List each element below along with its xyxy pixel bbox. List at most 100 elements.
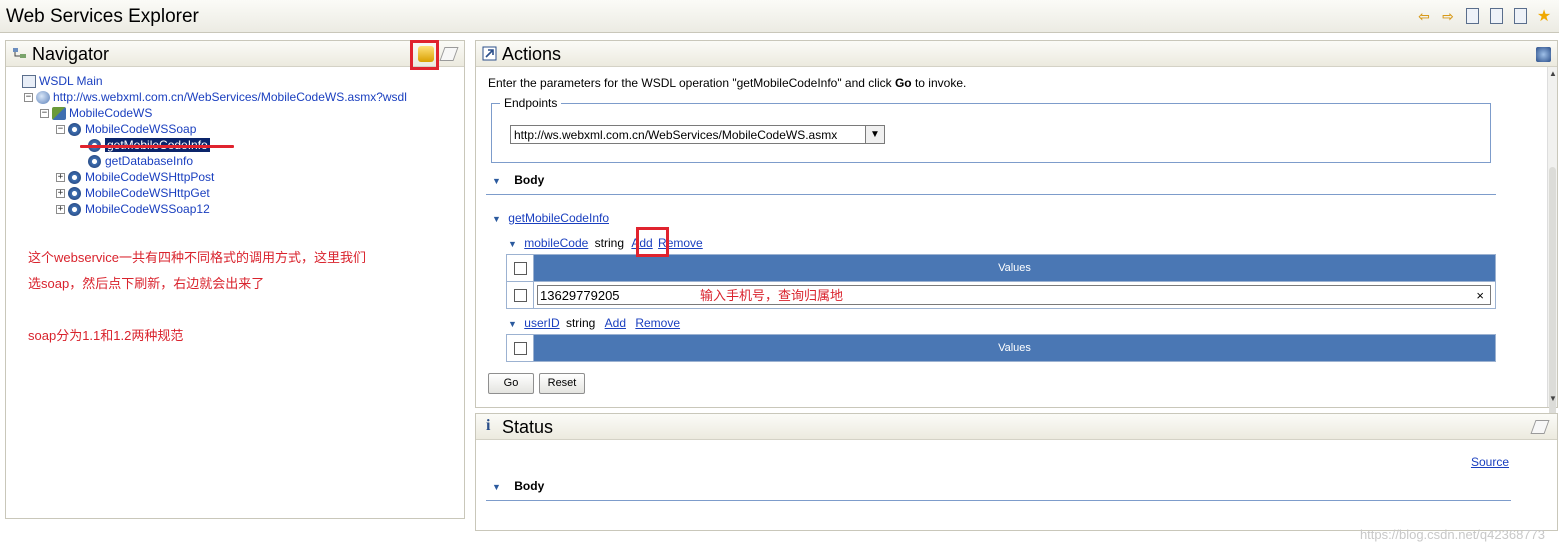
clear-status-icon[interactable] xyxy=(1530,420,1550,434)
navigator-tree-icon xyxy=(13,48,26,58)
navigator-title: Navigator xyxy=(32,44,110,64)
select-all-cell xyxy=(507,335,534,361)
tree-label[interactable]: getDatabaseInfo xyxy=(105,154,193,168)
actions-help-icon[interactable] xyxy=(1536,47,1551,62)
actions-scrollbar[interactable]: ▲ ▼ xyxy=(1547,67,1557,417)
endpoint-select[interactable]: http://ws.webxml.com.cn/WebServices/Mobi… xyxy=(510,125,885,144)
tree-label[interactable]: MobileCodeWSHttpPost xyxy=(85,170,214,184)
clear-icon[interactable]: × xyxy=(1476,286,1484,305)
window-title: Web Services Explorer xyxy=(6,6,199,27)
binding-icon xyxy=(68,202,81,216)
expand-toggle-icon[interactable]: + xyxy=(56,204,65,214)
forward-arrow-icon[interactable]: ⇨ xyxy=(1439,7,1457,25)
operation-header[interactable]: ▼ getMobileCodeInfo xyxy=(492,211,609,225)
actions-intro: Enter the parameters for the WSDL operat… xyxy=(488,76,966,90)
body-divider xyxy=(486,194,1496,195)
endpoint-value: http://ws.webxml.com.cn/WebServices/Mobi… xyxy=(514,128,838,142)
chevron-down-icon[interactable]: ▼ xyxy=(865,126,884,143)
annotation-note-2: 选soap，然后点下刷新，右边就会出来了 xyxy=(28,276,265,291)
status-title: Status xyxy=(502,417,554,437)
binding-icon xyxy=(68,186,81,200)
values-header-row: Values xyxy=(507,255,1495,281)
collapse-toggle-icon[interactable]: − xyxy=(40,108,49,118)
tree-label[interactable]: WSDL Main xyxy=(39,74,103,88)
actions-panel: Actions Enter the parameters for the WSD… xyxy=(475,40,1558,417)
values-header: Values xyxy=(534,335,1495,361)
mobilecode-value-input[interactable]: 13629779205 输入手机号，查询归属地 × xyxy=(537,285,1491,305)
select-all-cell xyxy=(507,255,534,281)
status-panel: i Status Source ▼ Body xyxy=(475,413,1558,531)
intro-text-suffix: to invoke. xyxy=(911,76,967,90)
tree-label[interactable]: MobileCodeWSSoap12 xyxy=(85,202,210,216)
scrollbar-thumb[interactable] xyxy=(1549,167,1556,417)
window-titlebar: Web Services Explorer ⇦ ⇨ ★ xyxy=(0,0,1559,33)
annotation-highlight-add xyxy=(636,227,669,257)
binding-icon xyxy=(68,170,81,184)
clear-icon[interactable] xyxy=(439,47,459,61)
userid-values-table: Values xyxy=(506,334,1496,362)
tree-label[interactable]: http://ws.webxml.com.cn/WebServices/Mobi… xyxy=(53,90,407,104)
collapse-triangle-icon[interactable]: ▼ xyxy=(492,482,501,492)
endpoints-legend: Endpoints xyxy=(500,96,562,110)
wsil-page-icon[interactable] xyxy=(1511,7,1529,25)
watermark: https://blog.csdn.net/q42368773 xyxy=(1359,527,1545,542)
scroll-down-icon[interactable]: ▼ xyxy=(1549,394,1557,403)
tree-node-binding-http-get[interactable]: + MobileCodeWSHttpGet xyxy=(56,185,210,201)
param-type: string xyxy=(565,316,596,330)
binding-icon xyxy=(68,122,81,136)
status-body-header[interactable]: ▼ Body xyxy=(492,479,544,493)
navigator-header: Navigator xyxy=(6,41,464,67)
status-body-divider xyxy=(486,500,1511,501)
select-all-checkbox[interactable] xyxy=(513,261,527,275)
tree-node-binding-http-post[interactable]: + MobileCodeWSHttpPost xyxy=(56,169,214,185)
expand-toggle-icon[interactable]: + xyxy=(56,172,65,182)
uddi-page-icon[interactable] xyxy=(1487,7,1505,25)
annotation-underline xyxy=(80,145,234,148)
collapse-toggle-icon[interactable]: − xyxy=(24,92,33,102)
service-icon xyxy=(52,106,66,120)
intro-go-text: Go xyxy=(894,76,912,90)
param-name-link[interactable]: userID xyxy=(524,316,559,330)
mobilecode-values-table: Values 13629779205 输入手机号，查询归属地 × xyxy=(506,254,1496,309)
collapse-triangle-icon[interactable]: ▼ xyxy=(492,214,501,224)
tree-label[interactable]: MobileCodeWSHttpGet xyxy=(85,186,210,200)
tree-node-wsdl-main[interactable]: WSDL Main xyxy=(22,73,103,89)
body-section-header[interactable]: ▼ Body xyxy=(492,173,544,187)
reset-button[interactable]: Reset xyxy=(539,373,585,394)
tree-node-service[interactable]: − MobileCodeWS xyxy=(40,105,152,121)
expand-toggle-icon[interactable]: + xyxy=(56,188,65,198)
param-type: string xyxy=(594,236,624,250)
collapse-triangle-icon[interactable]: ▼ xyxy=(492,176,501,186)
actions-icon xyxy=(482,46,497,61)
param-userid-header: ▼ userID string Add Remove xyxy=(508,316,680,330)
tree-node-operation[interactable]: getDatabaseInfo xyxy=(88,153,193,169)
add-value-link[interactable]: Add xyxy=(605,316,626,330)
tree-label[interactable]: MobileCodeWSSoap xyxy=(85,122,196,136)
select-all-checkbox[interactable] xyxy=(513,341,527,355)
source-link[interactable]: Source xyxy=(1471,455,1509,469)
operation-link[interactable]: getMobileCodeInfo xyxy=(508,211,609,225)
values-header-row: Values xyxy=(507,335,1495,361)
wsdl-page-icon[interactable] xyxy=(1463,7,1481,25)
status-header: i Status xyxy=(476,414,1557,440)
tree-node-binding-soap[interactable]: − MobileCodeWSSoap xyxy=(56,121,196,137)
param-name-link[interactable]: mobileCode xyxy=(524,236,588,250)
tree-node-binding-soap12[interactable]: + MobileCodeWSSoap12 xyxy=(56,201,210,217)
collapse-triangle-icon[interactable]: ▼ xyxy=(508,319,517,329)
row-checkbox[interactable] xyxy=(513,288,527,302)
info-icon: i xyxy=(486,417,491,434)
intro-text: Enter the parameters for the WSDL operat… xyxy=(488,76,895,90)
back-arrow-icon[interactable]: ⇦ xyxy=(1415,7,1433,25)
tree-label[interactable]: MobileCodeWS xyxy=(69,106,152,120)
annotation-note-3: soap分为1.1和1.2两种规范 xyxy=(28,328,184,343)
actions-header: Actions xyxy=(476,41,1557,67)
collapse-toggle-icon[interactable]: − xyxy=(56,124,65,134)
wsdl-globe-icon xyxy=(36,90,50,104)
annotation-note-1: 这个webservice一共有四种不同格式的调用方式，这里我们 xyxy=(28,250,367,265)
remove-value-link[interactable]: Remove xyxy=(635,316,680,330)
scroll-up-icon[interactable]: ▲ xyxy=(1549,69,1557,78)
go-button[interactable]: Go xyxy=(488,373,534,394)
favorites-icon[interactable]: ★ xyxy=(1535,7,1553,25)
collapse-triangle-icon[interactable]: ▼ xyxy=(508,239,517,249)
tree-node-wsdl-url[interactable]: − http://ws.webxml.com.cn/WebServices/Mo… xyxy=(24,89,407,105)
